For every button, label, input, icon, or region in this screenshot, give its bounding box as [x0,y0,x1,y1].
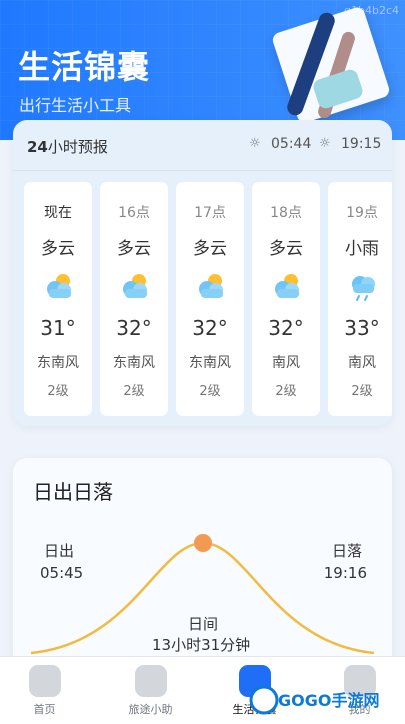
tab-travel-helper[interactable]: 旅途小助 [110,657,191,724]
light-rain-icon [352,276,375,301]
hour-wind-level: 2级 [275,384,297,399]
daytime-length: 13小时31分钟 [152,636,251,654]
hour-wind-level: 2级 [199,384,221,399]
forecast-title: 24小时预报 [27,136,108,157]
page-subtitle: 出行生活小工具 [19,96,132,115]
hour-temperature: 32° [116,316,152,340]
hour-condition: 小雨 [345,239,379,259]
sunset-label: 日落 [331,542,362,560]
sunrise-icon: ☼ [249,136,261,151]
tab-home-label: 首页 [33,703,56,716]
site-logo: GOGO手游网 [249,685,379,715]
tab-home[interactable]: 首页 [4,657,85,724]
sunrise-info: ☼ 05:44 [249,136,311,152]
hour-wind: 东南风 [113,355,155,371]
hour-condition: 多云 [117,239,151,259]
page-title: 生活锦囊 [18,48,151,86]
cloudy-icon [199,274,223,298]
cloudy-icon [47,274,71,298]
hourly-forecast-header: 24小时预报 ☼ 05:44 ☼ 19:15 [13,120,392,171]
hour-temperature: 32° [268,316,304,340]
hour-condition: 多云 [269,239,303,259]
hour-condition: 多云 [41,239,75,259]
hour-card[interactable]: 19点 小雨 33° 南风 2级 [328,182,392,416]
hour-wind: 东南风 [37,355,79,371]
daytime-label: 日间 [188,615,219,633]
hour-temperature: 33° [344,316,380,340]
sunrise-value: 05:44 [271,136,312,152]
site-logo-text: GOGO手游网 [278,691,379,710]
hour-wind: 东南风 [189,355,231,371]
sunrise-label: 日出 [44,542,75,560]
hour-card[interactable]: 16点 多云 32° 东南风 2级 [100,182,168,416]
hour-wind: 南风 [272,355,300,371]
forecast-title-text: 小时预报 [47,138,108,156]
hourly-list[interactable]: 现在 多云 31° 东南风 2级 16点 多云 32° 东南风 2级 17点 多… [24,182,392,418]
hour-time: 19点 [346,205,378,221]
sunset-time: 19:16 [323,564,367,582]
sunrise-sunset-card: 日出日落 日出 05:45 日落 19:16 日间 13小时31分钟 [13,458,392,678]
hour-wind-level: 2级 [123,384,145,399]
sun-position-marker [194,534,212,552]
hour-condition: 多云 [193,239,227,259]
hour-temperature: 32° [192,316,228,340]
hour-time: 17点 [194,205,226,221]
hour-time: 18点 [270,205,302,221]
hour-time: 16点 [118,205,150,221]
cloudy-icon [123,274,147,298]
sunset-value: 19:15 [341,136,382,152]
hour-temperature: 31° [40,316,76,340]
app-header: q1b4b2c4 生活锦囊 出行生活小工具 [0,0,405,140]
hour-card[interactable]: 18点 多云 32° 南风 2级 [252,182,320,416]
hour-wind-level: 2级 [351,384,373,399]
hour-wind-level: 2级 [47,384,69,399]
hourly-forecast-card: 24小时预报 ☼ 05:44 ☼ 19:15 现在 多云 31° 东南风 2级 … [13,120,392,426]
luggage-icon [134,665,167,697]
forecast-title-number: 24 [27,138,48,156]
sunset-info: ☼ 19:15 [319,136,381,152]
home-icon [28,665,61,697]
sunrise-time: 05:45 [40,564,84,582]
sunset-icon: ☼ [319,136,331,151]
hour-card[interactable]: 现在 多云 31° 东南风 2级 [24,182,92,416]
hour-card[interactable]: 17点 多云 32° 东南风 2级 [176,182,244,416]
tab-travel-helper-label: 旅途小助 [128,703,173,716]
hour-time: 现在 [44,205,72,221]
hour-wind: 南风 [348,355,376,371]
cloudy-icon [275,274,299,298]
